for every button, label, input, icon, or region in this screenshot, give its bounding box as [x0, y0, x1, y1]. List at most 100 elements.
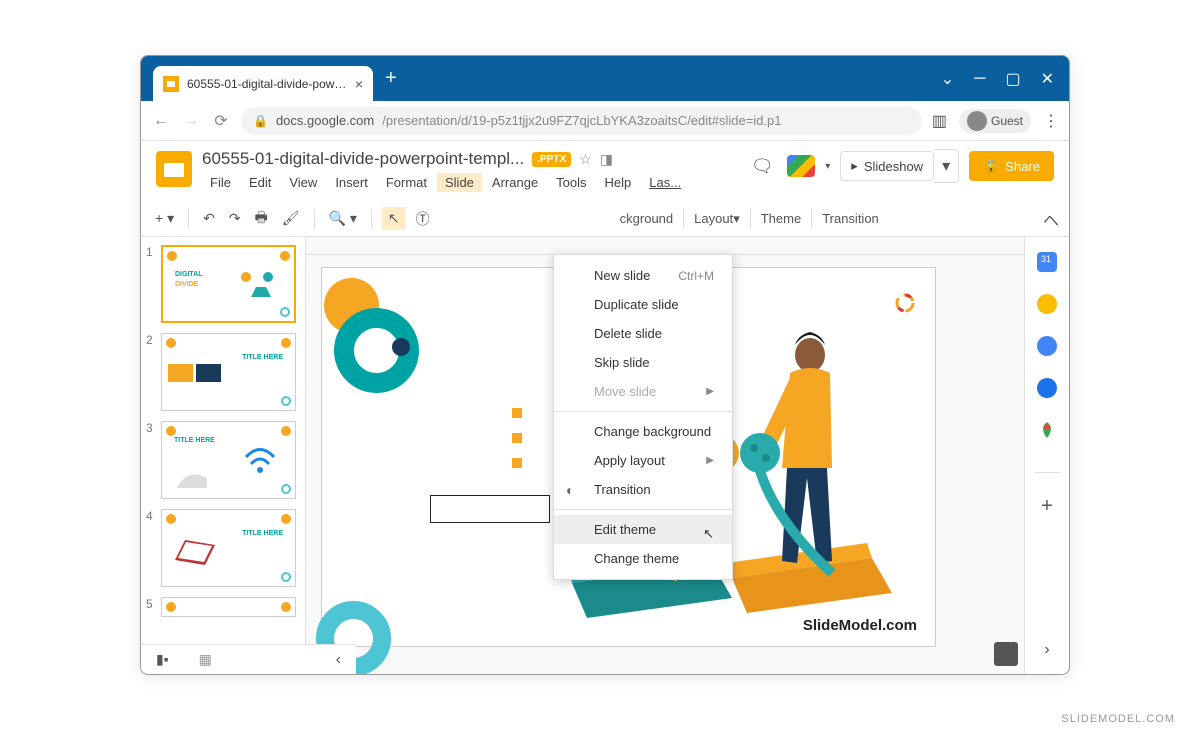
slide-thumb-3[interactable]: 3 TITLE HERE	[146, 421, 300, 499]
filmstrip-view-icon[interactable]: ▮▪	[156, 651, 169, 668]
slide-thumb-2[interactable]: 2 TITLE HERE	[146, 333, 300, 411]
slides-logo-icon[interactable]	[156, 151, 192, 187]
separator	[683, 209, 684, 229]
redo-icon[interactable]: ↷	[225, 208, 245, 229]
slideshow-dropdown[interactable]: ▾	[934, 149, 959, 183]
cloud-icon[interactable]: ◨	[600, 151, 613, 168]
menu-duplicate-slide[interactable]: Duplicate slide	[554, 290, 732, 319]
toolbar-layout[interactable]: Layout▾	[694, 211, 740, 227]
close-window-icon[interactable]: ✕	[1041, 69, 1054, 89]
keep-icon[interactable]	[1037, 294, 1057, 314]
slideshow-button[interactable]: ▸ Slideshow	[840, 151, 934, 181]
separator	[554, 509, 732, 510]
add-addon-button[interactable]: +	[1041, 495, 1053, 518]
reload-icon[interactable]: ⟳	[211, 111, 231, 131]
film-strip: 1 DIGITAL DIVIDE 2 TITLE HERE	[141, 237, 306, 674]
browser-window: 60555-01-digital-divide-powerpc × + ⌄ ─ …	[140, 55, 1070, 675]
select-tool-icon[interactable]: ↖	[382, 207, 406, 230]
back-icon[interactable]: ←	[151, 112, 171, 130]
comments-icon[interactable]: 🗨	[747, 151, 777, 181]
document-title[interactable]: 60555-01-digital-divide-powerpoint-templ…	[202, 149, 524, 169]
decor-icon	[281, 426, 291, 436]
slide-thumb[interactable]: TITLE HERE	[161, 509, 296, 587]
menu-apply-layout[interactable]: Apply layout ▶	[554, 446, 732, 475]
undo-icon[interactable]: ↶	[199, 208, 219, 229]
new-tab-button[interactable]: +	[385, 67, 397, 90]
decor-icon	[281, 602, 291, 612]
slide-thumb-1[interactable]: 1 DIGITAL DIVIDE	[146, 245, 300, 323]
menu-delete-slide[interactable]: Delete slide	[554, 319, 732, 348]
slide-number: 4	[146, 509, 156, 587]
slide-thumb[interactable]: TITLE HERE	[161, 333, 296, 411]
menu-label: Change theme	[594, 551, 679, 566]
meet-icon[interactable]	[787, 155, 815, 177]
url-path: /presentation/d/19-p5z1tjjx2u9FZ7qjcLbYK…	[382, 113, 781, 128]
kebab-menu-icon[interactable]: ⋮	[1043, 111, 1059, 131]
profile-button[interactable]: Guest	[959, 109, 1031, 133]
menu-view[interactable]: View	[281, 173, 325, 192]
slide-thumb[interactable]: TITLE HERE	[161, 421, 296, 499]
toolbar-transition[interactable]: Transition	[822, 211, 879, 226]
star-icon[interactable]: ☆	[579, 151, 592, 168]
paint-format-icon[interactable]: 🖌	[278, 208, 304, 229]
thumb-art-icon	[226, 262, 286, 307]
forward-icon[interactable]: →	[181, 112, 201, 130]
menu-last-edit[interactable]: Las...	[641, 173, 689, 192]
browser-tab[interactable]: 60555-01-digital-divide-powerpc ×	[153, 66, 373, 101]
menu-edit-theme[interactable]: Edit theme ↖	[554, 515, 732, 544]
slides-favicon-icon	[163, 76, 179, 92]
maps-icon[interactable]	[1037, 420, 1057, 440]
address-field[interactable]: 🔒 docs.google.com/presentation/d/19-p5z1…	[241, 107, 922, 135]
menu-file[interactable]: File	[202, 173, 239, 192]
menu-help[interactable]: Help	[597, 173, 640, 192]
zoom-icon[interactable]: 🔍 ▾	[325, 208, 361, 229]
share-label: Share	[1005, 159, 1040, 174]
collapse-icon[interactable]: ‹	[336, 651, 341, 669]
textbox-icon[interactable]: Ⓣ	[412, 207, 434, 231]
toolbar-background[interactable]: ckground	[620, 211, 673, 226]
menu-insert[interactable]: Insert	[327, 173, 376, 192]
toolbar-theme[interactable]: Theme	[761, 211, 801, 226]
contacts-icon[interactable]	[1037, 378, 1057, 398]
explore-button[interactable]	[994, 642, 1018, 666]
close-tab-icon[interactable]: ×	[355, 76, 363, 92]
hide-panel-icon[interactable]: ›	[1044, 641, 1049, 659]
share-button[interactable]: 🔒 Share	[969, 151, 1054, 181]
maximize-icon[interactable]: ▢	[1005, 69, 1020, 89]
minimize-icon[interactable]: ─	[974, 70, 985, 88]
slide-number: 5	[146, 597, 156, 617]
menu-label: Duplicate slide	[594, 297, 679, 312]
menu-change-background[interactable]: Change background	[554, 417, 732, 446]
separator	[188, 209, 189, 229]
menu-transition[interactable]: ◐ Transition	[554, 475, 732, 504]
menu-tools[interactable]: Tools	[548, 173, 594, 192]
chevron-down-icon[interactable]: ⌄	[941, 69, 954, 89]
slide-footer-text: SlideModel.com	[803, 617, 917, 634]
thumb-text: TITLE HERE	[242, 530, 283, 537]
menu-format[interactable]: Format	[378, 173, 435, 192]
submenu-arrow-icon: ▶	[706, 386, 714, 397]
new-slide-button[interactable]: + ▾	[151, 208, 178, 229]
menu-new-slide[interactable]: New slide Ctrl+M	[554, 261, 732, 290]
slide-number: 2	[146, 333, 156, 411]
menu-edit[interactable]: Edit	[241, 173, 279, 192]
print-icon[interactable]: 🖶	[251, 205, 272, 233]
menu-label: Edit theme	[594, 522, 656, 537]
menu-change-theme[interactable]: Change theme	[554, 544, 732, 573]
menu-slide[interactable]: Slide	[437, 173, 482, 192]
menu-skip-slide[interactable]: Skip slide	[554, 348, 732, 377]
calendar-icon[interactable]: 31	[1037, 252, 1057, 272]
collapse-toolbar-icon[interactable]: ヘ	[1043, 207, 1059, 231]
slide-thumb[interactable]: DIGITAL DIVIDE	[161, 245, 296, 323]
slide-thumb[interactable]	[161, 597, 296, 617]
meet-dropdown-icon[interactable]: ▾	[825, 161, 830, 172]
slide-thumb-5[interactable]: 5	[146, 597, 300, 617]
menu-shortcut: Ctrl+M	[678, 269, 714, 283]
separator	[554, 411, 732, 412]
menu-arrange[interactable]: Arrange	[484, 173, 546, 192]
slide-thumb-4[interactable]: 4 TITLE HERE	[146, 509, 300, 587]
grid-view-icon[interactable]: ▦	[199, 651, 212, 668]
tasks-icon[interactable]	[1037, 336, 1057, 356]
menu-label: Change background	[594, 424, 711, 439]
panel-icon[interactable]: ▥	[932, 111, 947, 131]
